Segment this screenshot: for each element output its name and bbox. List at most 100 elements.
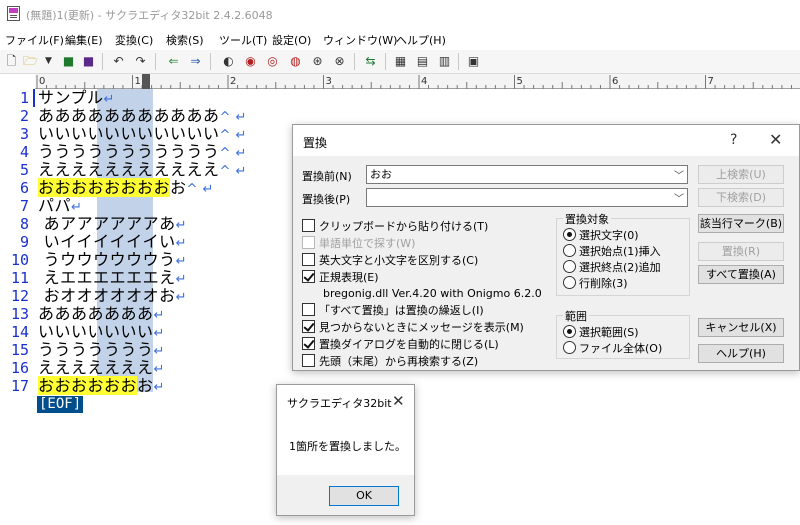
file-list-icon[interactable]: ▤ <box>414 53 431 70</box>
code-line[interactable]: ううううううううううう^ ↵ <box>38 143 247 162</box>
code-line[interactable]: おオオオオオオお↵ <box>38 287 187 306</box>
chevron-down-icon[interactable]: ﹀ <box>674 168 684 185</box>
option-auto-close[interactable]: 置換ダイアログを自動的に閉じる(L) <box>302 337 499 351</box>
line-number[interactable]: 13 <box>11 305 29 323</box>
replace-all-button[interactable]: すべて置換(A) <box>698 265 784 284</box>
line-number[interactable]: 5 <box>20 161 29 179</box>
search-word-icon[interactable]: ◎ <box>264 53 281 70</box>
code-line[interactable]: サンプル↵ <box>38 89 115 108</box>
dropdown-arrow-icon[interactable]: ▼ <box>40 53 57 70</box>
target-append-end[interactable]: 選択終点(2)追加 <box>563 260 661 274</box>
line-number[interactable]: 1 <box>20 89 29 107</box>
menu-settings[interactable]: 設定(O) <box>272 32 311 48</box>
mark-lines-button[interactable]: 該当行マーク(B) <box>698 214 784 233</box>
code-line[interactable]: おおおおおおおおお^ ↵ <box>38 178 214 197</box>
option-wrap-search[interactable]: 先頭（末尾）から再検索する(Z) <box>302 354 478 368</box>
menu-edit[interactable]: 編集(E) <box>65 32 103 48</box>
save-icon[interactable]: ■ <box>60 53 77 70</box>
menu-search[interactable]: 検索(S) <box>166 32 204 48</box>
radio[interactable] <box>563 276 576 289</box>
outline-icon[interactable]: ▦ <box>392 53 409 70</box>
tag-jump-icon[interactable]: ⇆ <box>362 53 379 70</box>
option-show-not-found[interactable]: 見つからないときにメッセージを表示(M) <box>302 320 524 334</box>
search-up-button[interactable]: 上検索(U) <box>698 165 784 184</box>
replace-dialog-titlebar[interactable]: 置換 ? ✕ <box>293 125 799 156</box>
app-notepad-icon[interactable] <box>7 6 20 21</box>
radio[interactable] <box>563 341 576 354</box>
close-icon[interactable]: ✕ <box>392 392 405 410</box>
code-line[interactable]: あああああああ↵ <box>38 305 165 324</box>
checkbox-checked[interactable] <box>302 320 315 333</box>
checkbox[interactable] <box>302 354 315 367</box>
checkbox-checked[interactable] <box>302 270 315 283</box>
target-delete-line[interactable]: 行削除(3) <box>563 276 628 290</box>
new-file-icon[interactable]: 🗋 <box>3 53 20 70</box>
target-insert-start[interactable]: 選択始点(1)挿入 <box>563 244 661 258</box>
code-line[interactable]: いイイイイイイい↵ <box>38 233 187 252</box>
close-icon[interactable]: ✕ <box>769 130 782 149</box>
scope-whole-file[interactable]: ファイル全体(O) <box>563 341 662 355</box>
redo-icon[interactable]: ↷ <box>132 53 149 70</box>
code-line[interactable]: えええええええ↵ <box>38 359 165 378</box>
undo-icon[interactable]: ↶ <box>110 53 127 70</box>
line-number[interactable]: 10 <box>11 251 29 269</box>
menu-convert[interactable]: 変換(C) <box>115 32 153 48</box>
jump-forward-icon[interactable]: ⇒ <box>187 53 204 70</box>
save-all-icon[interactable]: ■ <box>80 53 97 70</box>
code-line[interactable]: えええええええええええ^ ↵ <box>38 161 247 180</box>
code-line[interactable]: うウウウウウウう↵ <box>38 251 187 270</box>
code-line[interactable]: えエエエエエエえ↵ <box>38 269 187 288</box>
scope-selection[interactable]: 選択範囲(S) <box>563 325 639 339</box>
option-match-case[interactable]: 英大文字と小文字を区別する(C) <box>302 253 478 267</box>
code-line[interactable]: いいいいいいいいいいい^ ↵ <box>38 125 247 144</box>
line-number[interactable]: 17 <box>11 377 29 395</box>
window-list-icon[interactable]: ▣ <box>465 53 482 70</box>
line-number[interactable]: 12 <box>11 287 29 305</box>
help-icon[interactable]: ? <box>730 132 737 148</box>
line-number[interactable]: 11 <box>11 269 29 287</box>
line-number[interactable]: 9 <box>20 233 29 251</box>
checkbox[interactable] <box>302 219 315 232</box>
search-down-button[interactable]: 下検索(D) <box>698 188 784 207</box>
line-number[interactable]: 14 <box>11 323 29 341</box>
jump-back-icon[interactable]: ⇐ <box>165 53 182 70</box>
line-number[interactable]: 15 <box>11 341 29 359</box>
settings-icon[interactable]: ▥ <box>436 53 453 70</box>
checkbox[interactable] <box>302 236 315 249</box>
help-button[interactable]: ヘルプ(H) <box>698 344 784 363</box>
code-line[interactable]: パパ↵ <box>38 197 82 216</box>
code-line[interactable]: いいいいいいい↵ <box>38 323 165 342</box>
option-replace-all-repeat[interactable]: 「すべて置換」は置換の繰返し(I) <box>302 303 484 317</box>
target-selected-text[interactable]: 選択文字(0) <box>563 228 639 242</box>
cancel-button[interactable]: キャンセル(X) <box>698 318 784 337</box>
menu-tools[interactable]: ツール(T) <box>219 32 267 48</box>
replace-input[interactable]: ﹀ <box>366 188 688 207</box>
search-prev-icon[interactable]: ◐ <box>220 53 237 70</box>
line-number[interactable]: 16 <box>11 359 29 377</box>
line-number[interactable]: 6 <box>20 179 29 197</box>
line-number[interactable]: 8 <box>20 215 29 233</box>
checkbox-checked[interactable] <box>302 337 315 350</box>
menu-window[interactable]: ウィンドウ(W) <box>323 32 397 48</box>
chevron-down-icon[interactable]: ﹀ <box>674 191 684 208</box>
replace-button[interactable]: 置換(R) <box>698 242 784 261</box>
code-line[interactable]: あアアアアアアあ↵ <box>38 215 187 234</box>
option-word-unit[interactable]: 単語単位で探す(W) <box>302 236 415 250</box>
message-box-titlebar[interactable]: サクラエディタ32bit ✕ <box>277 385 414 417</box>
open-folder-icon[interactable]: 🗁 <box>22 53 39 70</box>
line-number[interactable]: 7 <box>20 197 29 215</box>
radio-selected[interactable] <box>563 325 576 338</box>
code-line[interactable]: おおおおおおお↵ <box>38 376 165 395</box>
find-input[interactable]: おお ﹀ <box>366 165 688 184</box>
line-number[interactable]: 4 <box>20 143 29 161</box>
code-line[interactable]: ううううううう↵ <box>38 341 165 360</box>
checkbox[interactable] <box>302 303 315 316</box>
line-number[interactable]: 2 <box>20 107 29 125</box>
search-next-icon[interactable]: ◉ <box>242 53 259 70</box>
option-regex[interactable]: 正規表現(E) <box>302 270 379 284</box>
ok-button[interactable]: OK <box>329 486 399 506</box>
radio[interactable] <box>563 244 576 257</box>
compare-icon[interactable]: ⊗ <box>331 53 348 70</box>
option-paste-clipboard[interactable]: クリップボードから貼り付ける(T) <box>302 219 488 233</box>
search-mark-icon[interactable]: ⊛ <box>309 53 326 70</box>
